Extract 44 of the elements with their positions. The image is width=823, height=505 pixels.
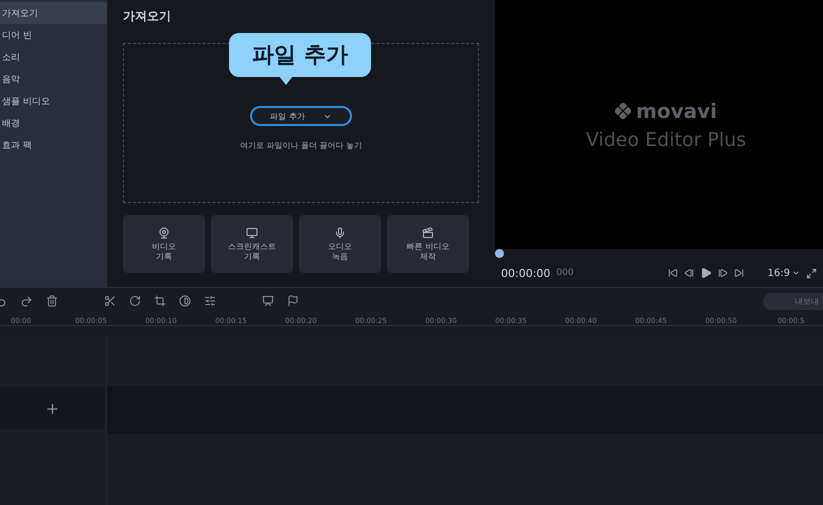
sidebar-item[interactable]: 음악 (0, 68, 107, 90)
add-files-button[interactable]: 파일 추가 (250, 106, 352, 126)
screen-icon[interactable] (262, 295, 274, 307)
play-icon[interactable] (700, 267, 712, 279)
sidebar-item[interactable]: 샘플 비디오 (0, 90, 107, 112)
sidebar-item[interactable]: 가져오기 (0, 2, 107, 24)
record-action-button[interactable]: 비디오 기록 (123, 215, 205, 273)
contrast-icon[interactable] (179, 295, 191, 307)
crop-icon[interactable] (154, 295, 166, 307)
redo-icon[interactable] (20, 294, 33, 308)
microphone-icon (334, 226, 346, 238)
skip-back-icon[interactable] (668, 268, 678, 278)
record-action-button[interactable]: 스크린캐스트 기록 (211, 215, 293, 273)
panel-title: 가져오기 (123, 8, 172, 25)
trash-icon[interactable] (46, 295, 58, 307)
sidebar-item[interactable]: 배경 (0, 112, 107, 134)
product-name: Video Editor Plus (586, 128, 746, 150)
milliseconds: 000 (556, 268, 574, 278)
logo-icon (614, 102, 631, 118)
aspect-ratio-dropdown[interactable]: 16:9 (768, 268, 800, 278)
scissors-icon[interactable] (104, 295, 116, 307)
flag-icon[interactable] (287, 295, 299, 307)
callout-bubble: 파일 추가 (229, 33, 371, 77)
clapperboard-icon (422, 226, 434, 238)
step-back-icon[interactable] (684, 268, 694, 278)
drop-hint: 여기로 파일이나 폴더 끌어다 놓기 (240, 140, 362, 151)
playhead-handle[interactable] (495, 249, 504, 258)
logo-text: movavi (636, 98, 717, 122)
add-track-button[interactable]: + (0, 387, 105, 429)
step-forward-icon[interactable] (718, 268, 728, 278)
fullscreen-icon[interactable] (806, 268, 817, 278)
webcam-icon (158, 226, 170, 238)
sliders-icon[interactable] (204, 295, 216, 307)
skip-forward-icon[interactable] (734, 268, 744, 278)
rotate-icon[interactable] (129, 295, 141, 307)
record-action-button[interactable]: 빠른 비디오 제작 (387, 215, 469, 273)
record-action-button[interactable]: 오디오 녹음 (299, 215, 381, 273)
sidebar-item[interactable]: 소리 (0, 46, 107, 68)
caret-icon (792, 269, 800, 277)
sidebar-item[interactable]: 효과 팩 (0, 134, 107, 156)
sidebar-item[interactable]: 디어 빈 (0, 24, 107, 46)
monitor-icon (246, 226, 258, 238)
callout-tail (279, 76, 293, 85)
timecode: 00:00:00 (501, 266, 550, 280)
